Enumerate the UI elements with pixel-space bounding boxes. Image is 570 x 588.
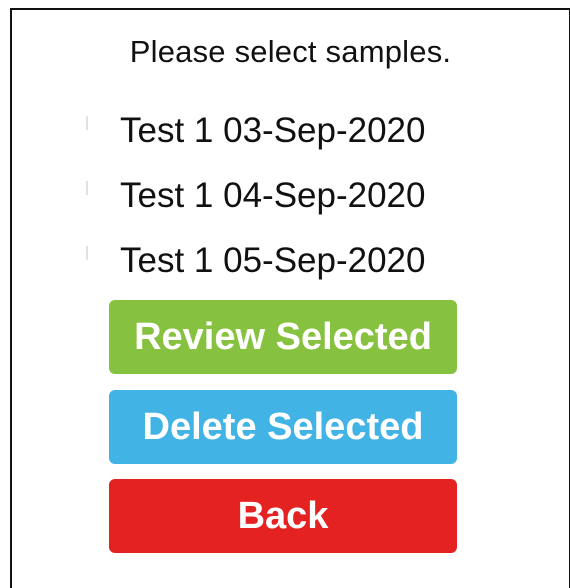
- review-selected-button[interactable]: Review Selected: [109, 300, 457, 374]
- sample-checkbox[interactable]: [86, 116, 88, 130]
- sample-label: Test 1 03-Sep-2020: [120, 111, 426, 150]
- sample-item-2[interactable]: Test 1 04-Sep-2020: [84, 159, 504, 224]
- sample-label: Test 1 05-Sep-2020: [120, 241, 426, 280]
- delete-selected-button[interactable]: Delete Selected: [109, 390, 457, 464]
- sample-item-1[interactable]: Test 1 03-Sep-2020: [84, 94, 504, 159]
- sample-label: Test 1 04-Sep-2020: [120, 176, 426, 215]
- sample-checkbox[interactable]: [86, 181, 88, 195]
- sample-list: Test 1 03-Sep-2020 Test 1 04-Sep-2020 Te…: [84, 94, 504, 289]
- sample-checkbox[interactable]: [86, 246, 88, 260]
- back-button[interactable]: Back: [109, 479, 457, 553]
- page-prompt: Please select samples.: [129, 34, 452, 69]
- sample-item-3[interactable]: Test 1 05-Sep-2020: [84, 224, 504, 289]
- app-frame: Please select samples. Test 1 03-Sep-202…: [10, 8, 570, 588]
